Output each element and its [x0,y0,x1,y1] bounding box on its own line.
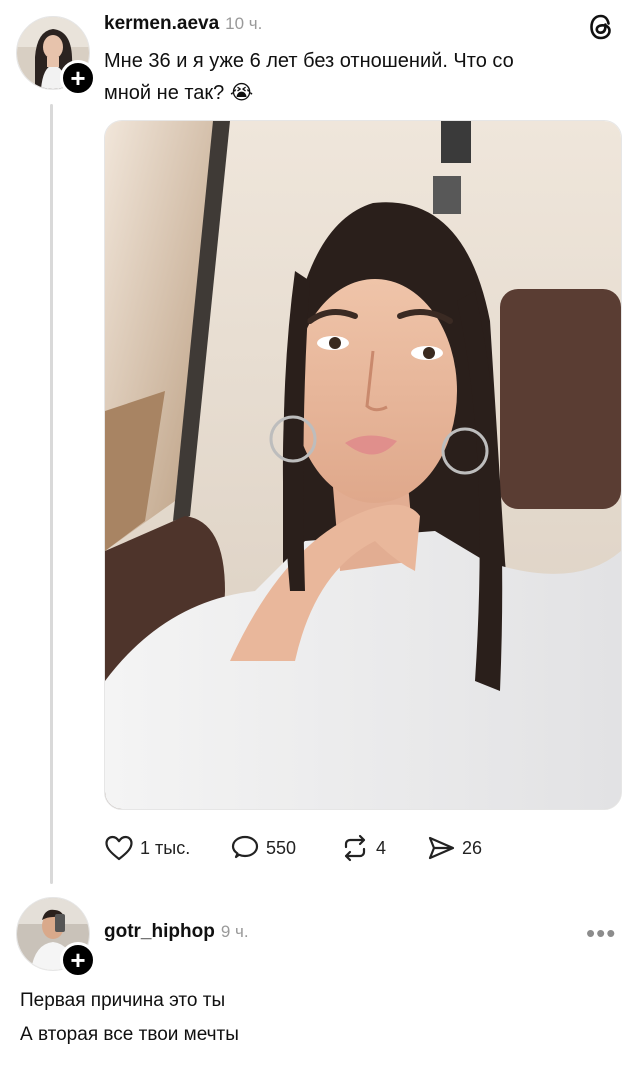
reply-username[interactable]: gotr_hiphop [104,921,215,943]
post-header: kermen.aeva 10 ч. [104,13,262,35]
post-text-line-1: Мне 36 и я уже 6 лет без отношений. Что … [104,50,514,72]
share-button[interactable]: 26 [426,834,482,862]
post-username[interactable]: kermen.aeva [104,13,219,35]
share-count: 26 [462,837,483,858]
comment-count: 550 [266,837,297,858]
more-options-icon[interactable]: ••• [586,918,616,949]
comment-button[interactable]: 550 [230,834,296,862]
reply-follow-plus-icon[interactable]: + [60,942,96,978]
send-icon [428,836,455,860]
comment-bubble-icon [231,835,259,859]
post-photo[interactable] [104,120,622,810]
reply-text: Первая причина это ты А вторая все твои … [20,984,620,1052]
post-timestamp: 10 ч. [225,14,263,33]
like-button[interactable]: 1 тыс. [104,834,190,862]
post-text-line-2-text: мной не так? [104,82,225,104]
repost-button[interactable]: 4 [340,834,386,862]
thread-line [50,104,53,884]
reply-text-line-1: Первая причина это ты [20,990,226,1011]
crying-emoji: 😭 [229,82,254,104]
threads-logo-icon[interactable] [588,13,614,46]
reply-timestamp: 9 ч. [220,922,249,941]
follow-plus-icon[interactable]: + [60,60,96,96]
like-count: 1 тыс. [140,837,191,858]
reply-text-line-2: А вторая все твои мечты [20,1024,239,1045]
repost-icon [344,834,366,862]
post-text-line-2: мной не так? 😭 [104,77,604,109]
repost-count: 4 [376,837,387,858]
post-text: Мне 36 и я уже 6 лет без отношений. Что … [104,45,604,109]
reply-header: gotr_hiphop 9 ч. [104,921,249,943]
heart-icon [105,835,133,861]
selfie-photo [105,121,621,809]
